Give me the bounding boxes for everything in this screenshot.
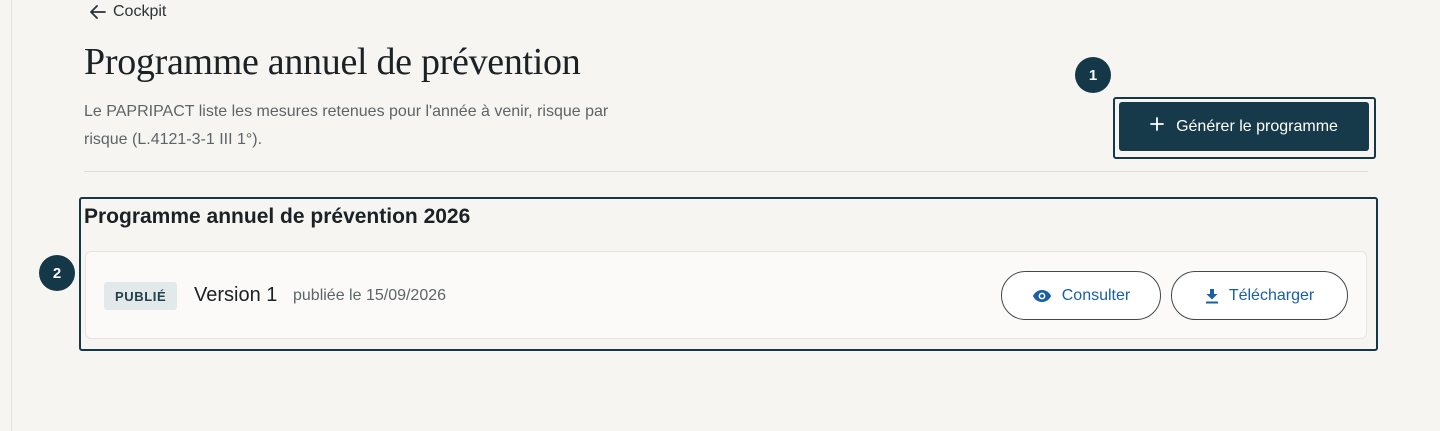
program-section-title: Programme annuel de prévention 2026 — [84, 205, 471, 228]
download-icon — [1205, 288, 1219, 304]
generate-button-label: Générer le programme — [1176, 117, 1338, 135]
view-button-label: Consulter — [1061, 286, 1131, 304]
header-divider — [84, 171, 1368, 172]
back-link-label: Cockpit — [113, 3, 167, 20]
status-badge: PUBLIÉ — [104, 282, 178, 310]
plus-icon — [1150, 117, 1164, 136]
page-description: Le PAPRIPACT liste les mesures retenues … — [84, 103, 609, 148]
view-button[interactable]: Consulter — [1001, 271, 1161, 320]
arrow-left-icon — [90, 5, 106, 19]
version-publication-date: publiée le 15/09/2026 — [293, 287, 447, 304]
eye-icon — [1032, 289, 1052, 303]
download-button-label: Télécharger — [1228, 286, 1315, 304]
annotation-marker-2: 2 — [39, 255, 75, 291]
page-title: Programme annuel de prévention — [84, 41, 581, 83]
generate-program-button[interactable]: Générer le programme — [1119, 102, 1369, 151]
version-label: Version 1 — [194, 284, 278, 306]
left-rail — [0, 0, 12, 431]
download-button[interactable]: Télécharger — [1171, 271, 1348, 320]
back-link-cockpit[interactable]: Cockpit — [90, 2, 166, 22]
annotation-marker-1: 1 — [1075, 57, 1111, 93]
